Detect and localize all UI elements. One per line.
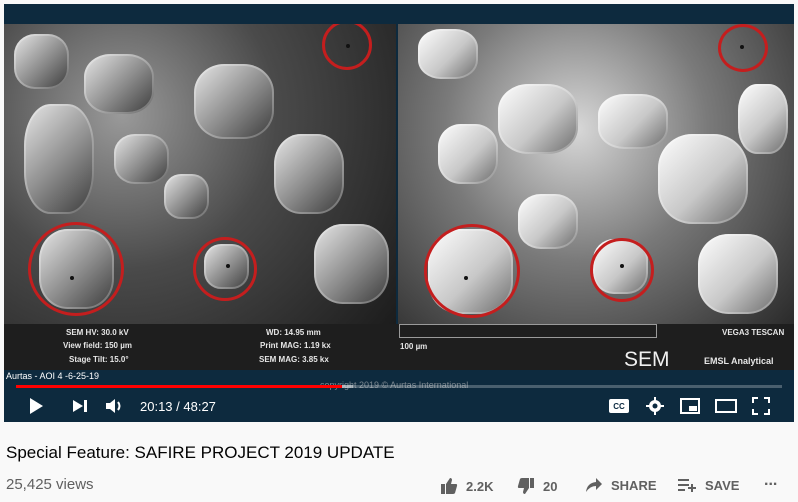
time-display: 20:13 / 48:27 [140, 399, 216, 414]
view-field: View field: 150 µm [63, 341, 132, 350]
like-count: 2.2K [466, 478, 494, 494]
video-player[interactable]: SEM HV: 30.0 kV View field: 150 µm Stage… [4, 4, 794, 422]
sample-caption: Aurtas - AOI 4 -6-25-19 [6, 371, 100, 381]
crystal [438, 124, 498, 184]
hole-marker [740, 45, 744, 49]
captions-label: CC [609, 399, 629, 413]
like-button[interactable]: 2.2K [440, 477, 493, 495]
highlight-circle [424, 224, 520, 318]
hole-marker [70, 276, 74, 280]
player-controls: 20:13 / 48:27 CC [4, 390, 794, 422]
settings-icon[interactable] [644, 396, 666, 416]
progress-bar[interactable] [16, 385, 782, 388]
lab-label: EMSL Analytical [704, 356, 774, 366]
save-label: SAVE [705, 477, 740, 493]
captions-icon[interactable]: CC [608, 397, 630, 415]
sem-hv: SEM HV: 30.0 kV [66, 328, 129, 337]
sem-image-left [4, 24, 396, 324]
dislike-button[interactable]: 20 [517, 477, 557, 495]
stage-tilt: Stage Tilt: 15.0° [69, 355, 129, 364]
playlist-add-icon [678, 479, 696, 492]
next-icon[interactable] [70, 396, 90, 416]
video-frame[interactable]: SEM HV: 30.0 kV View field: 150 µm Stage… [4, 4, 794, 422]
instrument-label: VEGA3 TESCAN [722, 328, 785, 337]
crystal [274, 134, 344, 214]
hole-marker [464, 276, 468, 280]
volume-icon[interactable] [104, 396, 126, 416]
sem-mag: SEM MAG: 3.85 kx [259, 355, 329, 364]
crystal [194, 64, 274, 139]
sem-image-right [398, 24, 794, 324]
crystal [518, 194, 578, 249]
scale-bar [399, 324, 657, 338]
fullscreen-icon[interactable] [750, 396, 772, 416]
crystal [84, 54, 154, 114]
print-mag: Print MAG: 1.19 kx [260, 341, 331, 350]
crystal [698, 234, 778, 314]
sem-label: SEM [624, 348, 670, 371]
crystal [14, 34, 69, 89]
hole-marker [346, 44, 350, 48]
crystal [738, 84, 788, 154]
more-actions-icon[interactable]: ... [764, 472, 777, 490]
thumbs-up-icon [441, 478, 458, 494]
crystal [418, 29, 478, 79]
highlight-circle [193, 237, 257, 301]
crystal [114, 134, 169, 184]
miniplayer-icon[interactable] [678, 396, 702, 416]
scale-label: 100 µm [400, 342, 428, 351]
crystal [24, 104, 94, 214]
hole-marker [226, 264, 230, 268]
dislike-count: 20 [543, 478, 558, 494]
share-icon [586, 478, 602, 492]
save-button[interactable]: SAVE [677, 477, 739, 493]
progress-played [16, 385, 343, 388]
crystal [498, 84, 578, 154]
play-icon[interactable] [26, 396, 46, 416]
video-title: Special Feature: SAFIRE PROJECT 2019 UPD… [6, 443, 395, 462]
crystal [164, 174, 209, 219]
theater-icon[interactable] [714, 396, 738, 416]
view-count: 25,425 views [6, 476, 94, 493]
crystal [314, 224, 389, 304]
highlight-circle [590, 238, 654, 302]
crystal [658, 134, 748, 224]
highlight-circle [28, 222, 124, 316]
thumbs-down-icon [517, 478, 534, 494]
share-label: SHARE [611, 477, 657, 493]
working-distance: WD: 14.95 mm [266, 328, 321, 337]
crystal [598, 94, 668, 149]
hole-marker [620, 264, 624, 268]
share-button[interactable]: SHARE [585, 477, 657, 493]
